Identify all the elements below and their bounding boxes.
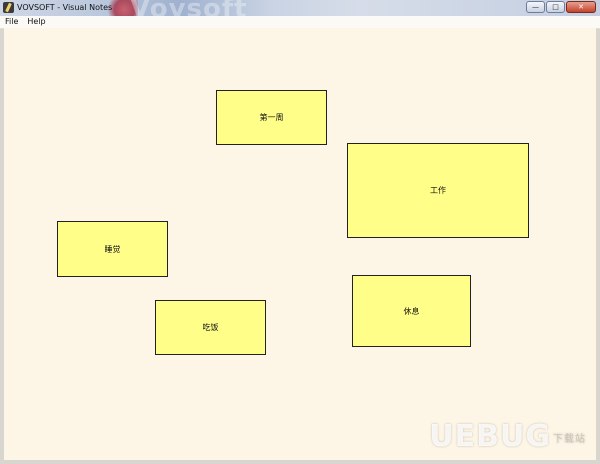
title-bar[interactable]: Vovsoft VOVSOFT - Visual Notes — □ ✕ — [0, 0, 600, 16]
minimize-button[interactable]: — — [526, 1, 545, 13]
app-window: Vovsoft VOVSOFT - Visual Notes — □ ✕ Fil… — [0, 0, 600, 464]
window-controls: — □ ✕ — [526, 1, 596, 15]
app-icon — [3, 2, 14, 13]
watermark-suffix: 下载站 — [553, 434, 586, 445]
window-title: VOVSOFT - Visual Notes — [17, 3, 113, 12]
note-rest[interactable]: 休息 — [352, 275, 471, 347]
note-sleep[interactable]: 睡觉 — [57, 221, 168, 277]
watermark-text: UEBUG — [429, 419, 551, 454]
menu-help[interactable]: Help — [22, 16, 49, 28]
close-button[interactable]: ✕ — [566, 1, 596, 13]
maximize-button[interactable]: □ — [546, 1, 565, 13]
site-watermark: UEBUG 下载站 — [429, 419, 586, 454]
note-text: 休息 — [403, 306, 420, 316]
note-week-one[interactable]: 第一周 — [216, 90, 327, 145]
note-text: 吃饭 — [202, 323, 219, 332]
note-text: 睡觉 — [104, 244, 121, 254]
note-work[interactable]: 工作 — [347, 143, 529, 238]
menu-file[interactable]: File — [0, 16, 22, 28]
note-text: 第一周 — [259, 113, 284, 122]
note-eat[interactable]: 吃饭 — [155, 300, 266, 355]
titlebar-brand-watermark: Vovsoft — [130, 0, 248, 16]
note-text: 工作 — [430, 186, 446, 195]
notes-canvas[interactable]: 第一周 工作 睡觉 休息 吃饭 UEBUG 下载站 — [4, 28, 596, 460]
